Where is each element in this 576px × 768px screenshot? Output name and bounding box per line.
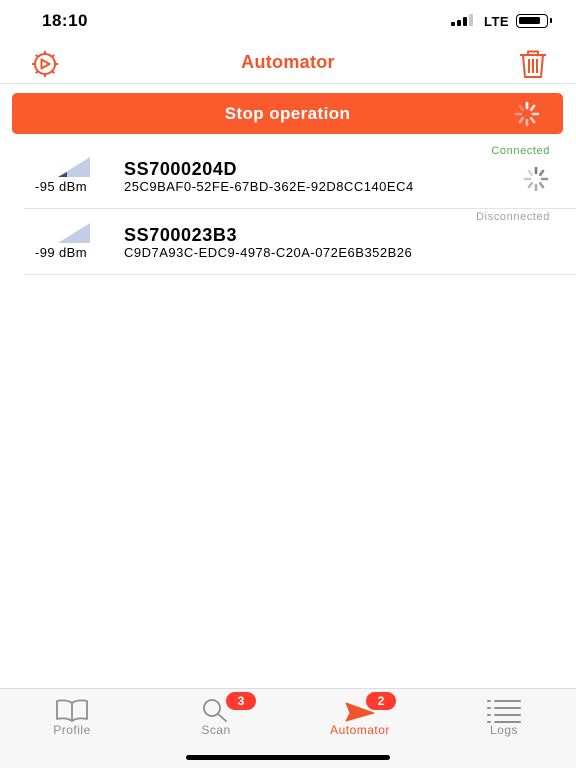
tab-label: Logs (489, 723, 519, 737)
tab-scan[interactable]: 3 Scan (144, 689, 288, 749)
spinner-icon (520, 166, 552, 192)
navigation-bar: Automator (0, 44, 576, 84)
signal-strength-icon (58, 223, 90, 243)
stop-operation-label: Stop operation (224, 104, 351, 123)
status-time: 18:10 (42, 11, 88, 30)
home-indicator (186, 755, 390, 760)
battery-icon (516, 14, 548, 28)
cellular-signal-icon (451, 14, 477, 26)
device-row[interactable]: Connected -95 dBm SS7000204D 25C9BAF0-52… (24, 143, 576, 209)
trash-icon[interactable] (516, 48, 550, 80)
stop-operation-button[interactable]: Stop operation (12, 93, 563, 134)
list-icon (484, 697, 524, 723)
tab-label: Automator (330, 723, 390, 737)
book-icon (52, 697, 92, 723)
device-name: SS7000204D (124, 159, 238, 179)
spinner-icon (511, 101, 543, 127)
tab-profile[interactable]: Profile (0, 689, 144, 749)
network-type: LTE (484, 14, 510, 29)
signal-strength-icon (58, 157, 90, 177)
automator-badge: 2 (366, 692, 396, 710)
scan-badge: 3 (226, 692, 256, 710)
device-name: SS700023B3 (124, 225, 238, 245)
device-uuid: C9D7A93C-EDC9-4978-C20A-072E6B352B26 (124, 245, 413, 260)
rssi-value: -99 dBm (35, 245, 87, 260)
device-list: Connected -95 dBm SS7000204D 25C9BAF0-52… (0, 143, 576, 275)
tab-label: Scan (201, 723, 231, 737)
rssi-value: -95 dBm (35, 179, 87, 194)
tab-automator[interactable]: 2 Automator (288, 689, 432, 749)
battery-tip (550, 18, 552, 23)
device-row[interactable]: Disconnected -99 dBm SS700023B3 C9D7A93C… (24, 209, 576, 275)
connection-status: Connected (491, 145, 550, 157)
device-uuid: 25C9BAF0-52FE-67BD-362E-92D8CC140EC4 (124, 179, 414, 194)
status-bar: 18:10 LTE (0, 0, 576, 44)
connection-status: Disconnected (476, 211, 550, 223)
page-title: Automator (241, 52, 335, 72)
tab-label: Profile (53, 723, 91, 737)
tab-logs[interactable]: Logs (432, 689, 576, 749)
